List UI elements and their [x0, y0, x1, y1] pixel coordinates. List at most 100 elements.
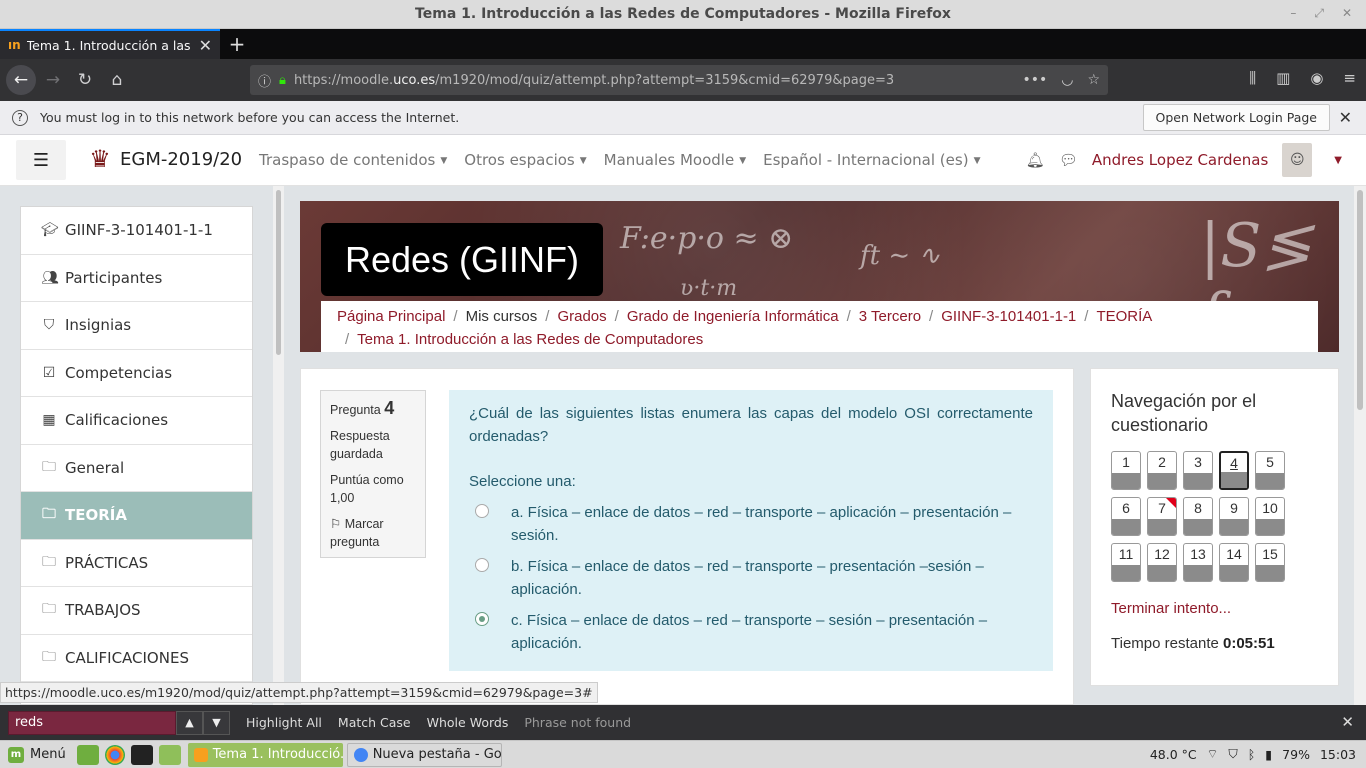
- messages-icon[interactable]: 💬︎: [1059, 151, 1078, 169]
- page-scrollbar[interactable]: [1354, 186, 1366, 705]
- quiz-nav-button-15[interactable]: 15: [1255, 543, 1285, 582]
- drawer-item-insignias[interactable]: ⛉ Insignias: [21, 302, 252, 350]
- url-text[interactable]: https://moodle.uco.es/m1920/mod/quiz/att…: [294, 73, 1023, 88]
- drawer-item-calificaciones-section[interactable]: 🗀 CALIFICACIONES: [21, 634, 252, 682]
- avatar[interactable]: ☺: [1282, 143, 1313, 177]
- pocket-icon[interactable]: ◡: [1061, 72, 1073, 88]
- whole-words-toggle[interactable]: Whole Words: [427, 715, 509, 730]
- breadcrumb-link[interactable]: Grados: [557, 308, 606, 325]
- breadcrumb-link[interactable]: 3 Tercero: [859, 308, 921, 325]
- breadcrumb-link[interactable]: Página Principal: [337, 308, 445, 325]
- quiz-nav-button-13[interactable]: 13: [1183, 543, 1213, 582]
- menu-otros-espacios[interactable]: Otros espacios ▼: [464, 151, 586, 169]
- find-close-icon[interactable]: ✕: [1341, 713, 1354, 731]
- site-info-icon[interactable]: ⓘ: [258, 71, 271, 90]
- answer-option-a[interactable]: a. Física – enlace de datos – red – tran…: [469, 501, 1033, 547]
- drawer-item-general[interactable]: 🗀 General: [21, 444, 252, 492]
- quiz-nav-button-4[interactable]: 4: [1219, 451, 1249, 490]
- user-name[interactable]: Andres Lopez Cardenas: [1092, 151, 1268, 169]
- tab-moodle[interactable]: ın Tema 1. Introducción a las Re ✕: [0, 29, 220, 59]
- maximize-button[interactable]: ⤢: [1314, 6, 1324, 21]
- drawer-item-teoria[interactable]: 🗀 TEORÍA: [21, 492, 252, 540]
- quiz-nav-button-1[interactable]: 1: [1111, 451, 1141, 490]
- quiz-nav-button-5[interactable]: 5: [1255, 451, 1285, 490]
- custom-menu: Traspaso de contenidos ▼ Otros espacios ▼ …: [259, 151, 980, 169]
- find-input[interactable]: reds: [8, 710, 176, 735]
- menu-icon[interactable]: ≡: [1343, 69, 1356, 87]
- breadcrumb-link[interactable]: TEORÍA: [1096, 308, 1152, 325]
- wifi-icon[interactable]: ⌔: [1207, 746, 1219, 762]
- tab-close-icon[interactable]: ✕: [199, 36, 212, 55]
- user-menu-caret-icon[interactable]: ▼: [1334, 155, 1342, 166]
- quiz-nav-button-11[interactable]: 11: [1111, 543, 1141, 582]
- page-actions-icon[interactable]: •••: [1022, 72, 1047, 88]
- back-button[interactable]: ←: [6, 65, 36, 95]
- quiz-nav-button-8[interactable]: 8: [1183, 497, 1213, 536]
- url-bar[interactable]: ⓘ 🔒︎ https://moodle.uco.es/m1920/mod/qui…: [250, 65, 1108, 95]
- breadcrumb-link[interactable]: GIINF-3-101401-1-1: [941, 308, 1076, 325]
- page-scrollbar-thumb[interactable]: [1357, 190, 1363, 410]
- radio-a[interactable]: [475, 504, 489, 518]
- lock-icon[interactable]: 🔒︎: [279, 73, 286, 88]
- status-url: https://moodle.uco.es/m1920/mod/quiz/att…: [0, 682, 598, 703]
- drawer-item-participantes[interactable]: 👥︎ Participantes: [21, 254, 252, 302]
- quiz-nav-button-12[interactable]: 12: [1147, 543, 1177, 582]
- quiz-nav-button-2[interactable]: 2: [1147, 451, 1177, 490]
- start-menu-button[interactable]: m Menú: [0, 746, 74, 763]
- quiz-nav-button-7[interactable]: 7: [1147, 497, 1177, 536]
- taskbar-window-firefox[interactable]: Tema 1. Introducció...: [187, 742, 343, 767]
- sidebar-icon[interactable]: ▥: [1276, 69, 1290, 87]
- account-icon[interactable]: ◉: [1310, 69, 1323, 87]
- find-bar: reds ▲ ▼ Highlight All Match Case Whole …: [0, 705, 1366, 740]
- clock[interactable]: 15:03: [1320, 747, 1356, 762]
- match-case-toggle[interactable]: Match Case: [338, 715, 411, 730]
- quiz-nav-button-14[interactable]: 14: [1219, 543, 1249, 582]
- find-previous-button[interactable]: ▲: [176, 710, 203, 735]
- minimize-button[interactable]: –: [1290, 6, 1296, 21]
- menu-language[interactable]: Español - Internacional (es) ▼: [763, 151, 980, 169]
- site-brand[interactable]: ♛ EGM-2019/20: [84, 143, 242, 175]
- drawer-item-trabajos[interactable]: 🗀 TRABAJOS: [21, 587, 252, 635]
- shield-icon[interactable]: ⛉: [1228, 746, 1237, 762]
- menu-manuales[interactable]: Manuales Moodle ▼: [604, 151, 746, 169]
- menu-traspaso[interactable]: Traspaso de contenidos ▼: [259, 151, 447, 169]
- answer-option-b[interactable]: b. Física – enlace de datos – red – tran…: [469, 555, 1033, 601]
- drawer-scrollbar[interactable]: [273, 186, 284, 705]
- new-tab-button[interactable]: +: [220, 29, 254, 59]
- close-window-button[interactable]: ✕: [1342, 6, 1352, 21]
- quiz-nav-button-9[interactable]: 9: [1219, 497, 1249, 536]
- forward-button[interactable]: →: [38, 65, 68, 95]
- breadcrumb-link[interactable]: Tema 1. Introducción a las Redes de Comp…: [357, 331, 703, 348]
- terminal-icon[interactable]: [130, 744, 153, 765]
- taskbar-window-chrome[interactable]: Nueva pestaña - Go...: [346, 742, 502, 767]
- radio-c[interactable]: [475, 612, 489, 626]
- bookmark-star-icon[interactable]: ☆: [1087, 72, 1100, 88]
- quiz-nav-button-10[interactable]: 10: [1255, 497, 1285, 536]
- breadcrumb-link[interactable]: Grado de Ingeniería Informática: [627, 308, 839, 325]
- notifications-bell-icon[interactable]: 🔔︎: [1026, 151, 1045, 169]
- flag-question-link[interactable]: ⚐ Marcar pregunta: [330, 515, 416, 551]
- drawer-item-calificaciones[interactable]: ▦ Calificaciones: [21, 397, 252, 445]
- drawer-item-course[interactable]: 🎓︎ GIINF-3-101401-1-1: [21, 207, 252, 255]
- reload-button[interactable]: ↻: [70, 65, 100, 95]
- highlight-all-toggle[interactable]: Highlight All: [246, 715, 322, 730]
- show-desktop-icon[interactable]: [76, 744, 99, 765]
- home-button[interactable]: ⌂: [102, 65, 132, 95]
- drawer-scrollbar-thumb[interactable]: [276, 190, 281, 355]
- drawer-item-practicas[interactable]: 🗀 PRÁCTICAS: [21, 539, 252, 587]
- radio-b[interactable]: [475, 558, 489, 572]
- open-login-page-button[interactable]: Open Network Login Page: [1142, 104, 1330, 131]
- quiz-nav-button-3[interactable]: 3: [1183, 451, 1213, 490]
- chrome-icon[interactable]: [104, 744, 125, 765]
- find-next-button[interactable]: ▼: [203, 710, 230, 735]
- drawer-item-competencias[interactable]: ☑ Competencias: [21, 349, 252, 397]
- quiz-nav-button-6[interactable]: 6: [1111, 497, 1141, 536]
- files-icon[interactable]: [158, 744, 181, 765]
- notice-close-icon[interactable]: ✕: [1339, 108, 1352, 127]
- battery-icon[interactable]: ▮: [1265, 747, 1272, 762]
- answer-option-c[interactable]: c. Física – enlace de datos – red – tran…: [469, 609, 1033, 655]
- finish-attempt-link[interactable]: Terminar intento...: [1111, 600, 1318, 617]
- library-icon[interactable]: ⫼: [1249, 69, 1256, 87]
- drawer-toggle-button[interactable]: ☰: [16, 140, 66, 180]
- bluetooth-icon[interactable]: ᛒ: [1248, 747, 1256, 762]
